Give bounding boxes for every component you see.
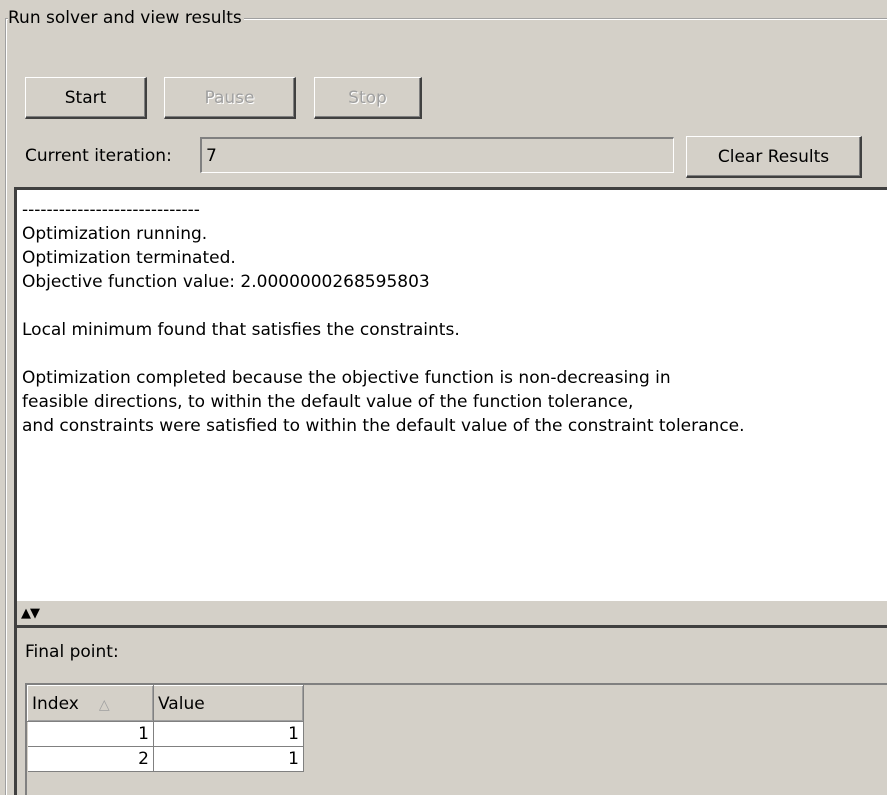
table-row[interactable]: 1 1 bbox=[27, 721, 304, 747]
column-header-index-label: Index bbox=[32, 693, 79, 714]
results-output-area[interactable]: ----------------------------- Optimizati… bbox=[14, 187, 887, 601]
splitter-arrows-icon[interactable]: ▲▼ bbox=[21, 607, 40, 620]
value-cell[interactable]: 1 bbox=[153, 746, 304, 772]
table-row[interactable]: 2 1 bbox=[27, 746, 304, 772]
current-iteration-label: Current iteration: bbox=[25, 146, 172, 166]
current-iteration-field: 7 bbox=[200, 137, 674, 173]
groupbox-title: Run solver and view results bbox=[8, 7, 244, 29]
column-header-value[interactable]: Value bbox=[153, 685, 304, 722]
index-cell[interactable]: 1 bbox=[27, 721, 154, 747]
stop-button[interactable]: Stop bbox=[314, 77, 422, 119]
index-cell[interactable]: 2 bbox=[27, 746, 154, 772]
clear-results-button[interactable]: Clear Results bbox=[686, 136, 862, 178]
final-point-panel: Final point: Index △ Value 1 1 2 1 bbox=[14, 625, 887, 795]
column-header-index[interactable]: Index △ bbox=[27, 685, 154, 722]
final-point-label: Final point: bbox=[25, 642, 119, 662]
solver-panel: Run solver and view results Start Pause … bbox=[0, 0, 887, 795]
value-cell[interactable]: 1 bbox=[153, 721, 304, 747]
final-point-table-container: Index △ Value 1 1 2 1 bbox=[25, 683, 887, 795]
pause-button[interactable]: Pause bbox=[164, 77, 296, 119]
start-button[interactable]: Start bbox=[25, 77, 147, 119]
sort-triangle-icon: △ bbox=[98, 696, 110, 713]
final-point-table: Index △ Value 1 1 2 1 bbox=[27, 685, 304, 772]
panel-splitter[interactable]: ▲▼ bbox=[14, 601, 887, 625]
